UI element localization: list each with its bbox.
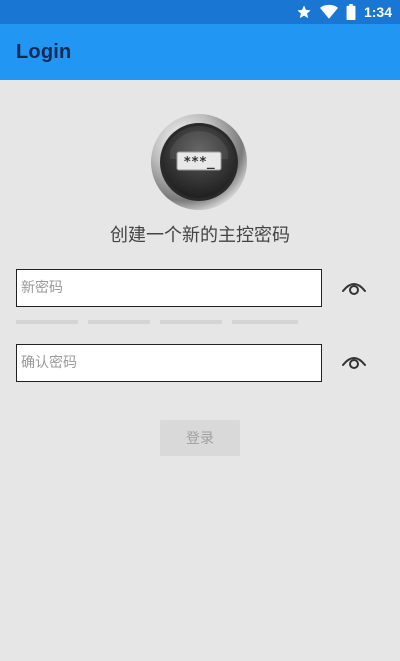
logo-text: ***_ <box>183 155 214 170</box>
login-button[interactable]: 登录 <box>160 420 240 456</box>
star-icon <box>297 5 311 19</box>
new-password-field <box>16 269 322 307</box>
status-icons: 1:34 <box>296 3 392 21</box>
page-title: Login <box>16 41 72 63</box>
status-time: 1:34 <box>363 4 392 20</box>
strength-segment <box>160 320 222 324</box>
confirm-password-input[interactable] <box>17 345 321 381</box>
strength-segment <box>88 320 150 324</box>
wifi-icon <box>319 4 338 19</box>
strength-segment <box>16 320 78 324</box>
app-bar: Login <box>0 24 400 80</box>
form-heading: 创建一个新的主控密码 <box>110 225 290 246</box>
show-confirm-password-eye-icon[interactable] <box>341 353 367 373</box>
show-password-eye-icon[interactable] <box>341 279 367 299</box>
battery-icon <box>346 4 356 20</box>
confirm-password-field <box>16 344 322 382</box>
password-lock-icon: ***_ <box>151 114 247 210</box>
status-bar: 1:34 <box>0 0 400 24</box>
strength-segment <box>232 320 298 324</box>
new-password-input[interactable] <box>17 270 321 306</box>
